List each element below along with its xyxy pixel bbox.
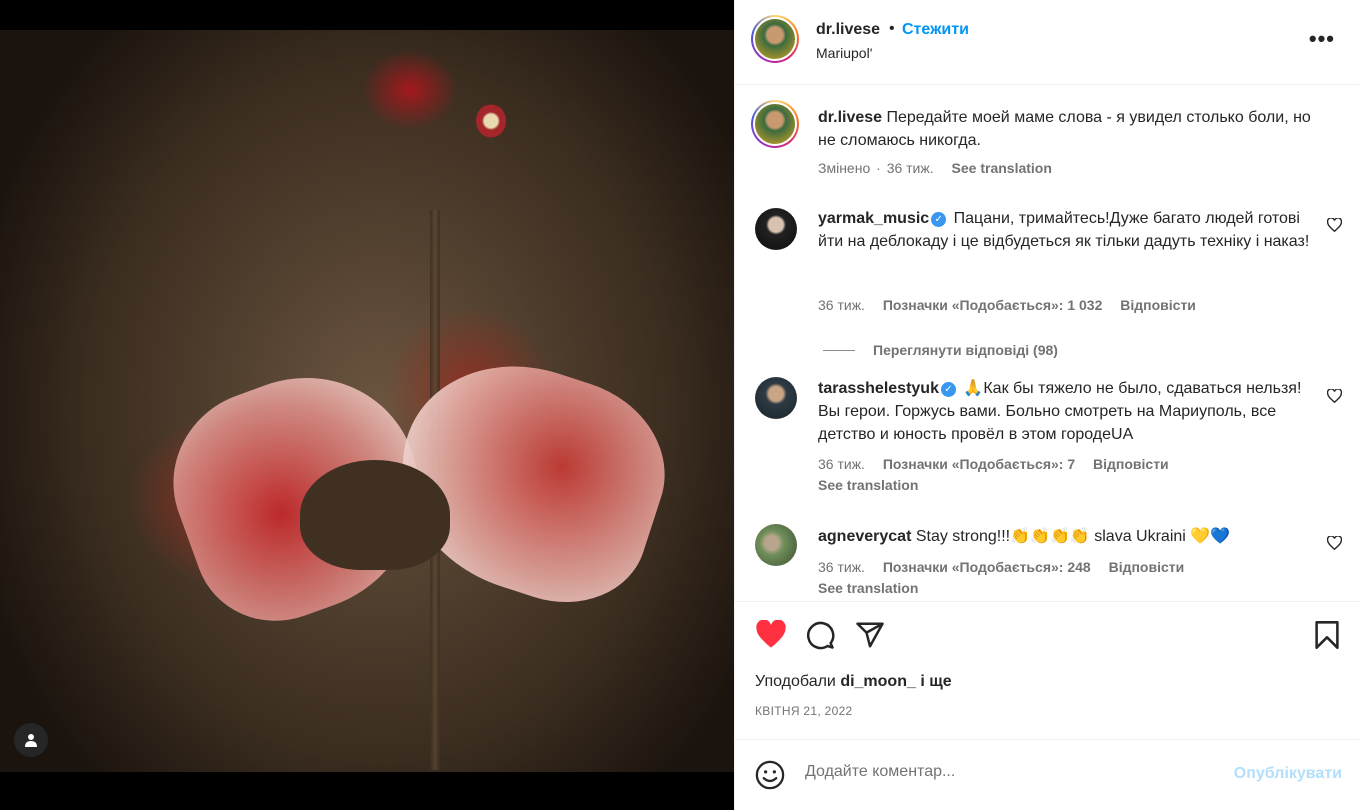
liked-by-user[interactable]: di_moon_ (840, 673, 916, 690)
post-header: dr.livese • Стежити Mariupol' ••• (735, 0, 1359, 85)
like-heart-icon[interactable] (755, 619, 787, 654)
verified-badge-icon: ✓ (931, 212, 947, 227)
comment-avatar[interactable] (755, 208, 797, 250)
post-location[interactable]: Mariupol' (816, 45, 872, 61)
comment-time[interactable]: 36 тиж. (818, 456, 865, 472)
more-options-icon[interactable]: ••• (1309, 26, 1335, 52)
comment-like-icon[interactable] (1326, 217, 1343, 237)
caption-dot: · (876, 160, 881, 176)
comment-username[interactable]: yarmak_music (818, 210, 929, 227)
share-icon[interactable] (855, 620, 885, 655)
comment-reply-button[interactable]: Відповісти (1120, 297, 1196, 313)
post-date[interactable]: КВІТНЯ 21, 2022 (755, 704, 853, 718)
caption-edited: Змінено (818, 160, 871, 176)
post-photo[interactable] (0, 0, 734, 810)
follow-button[interactable]: Стежити (902, 21, 969, 39)
comment-avatar[interactable] (755, 377, 797, 419)
caption-text: Передайте моей маме слова - я увидел сто… (818, 109, 1311, 149)
header-separator: • (889, 20, 895, 37)
photo-image (0, 30, 734, 772)
comment-input[interactable] (805, 763, 1205, 781)
verified-badge-icon: ✓ (940, 382, 956, 397)
comment-likes[interactable]: Позначки «Подобається»: 7 (883, 456, 1075, 472)
caption-see-translation[interactable]: See translation (952, 160, 1052, 176)
tagged-user-icon[interactable] (14, 723, 48, 757)
comment-username[interactable]: tarasshelestyuk (818, 380, 939, 397)
comment-meta: 36 тиж. Позначки «Подобається»: 248 Відп… (818, 559, 1198, 575)
comment-item: yarmak_music ✓ Пацани, тримайтесь!Дуже ба… (735, 198, 1359, 358)
replies-line (823, 349, 855, 351)
caption-text-block: dr.livese Передайте моей маме слова - я … (818, 106, 1318, 152)
comment-see-translation[interactable]: See translation (818, 580, 918, 596)
author-username[interactable]: dr.livese (816, 21, 880, 39)
comment-text-block: yarmak_music ✓ Пацани, тримайтесь!Дуже ба… (818, 207, 1318, 253)
comments-list[interactable]: dr.livese Передайте моей маме слова - я … (735, 86, 1359, 601)
comment-item: agneverycat Stay strong!!!👏👏👏👏 slava Ukr… (735, 516, 1359, 601)
liked-by-prefix: Уподобали (755, 673, 836, 690)
comment-likes[interactable]: Позначки «Подобається»: 1 032 (883, 297, 1103, 313)
comment-reply-button[interactable]: Відповісти (1109, 559, 1185, 575)
liked-by-others[interactable]: і ще (920, 673, 951, 690)
view-replies-label: Переглянути відповіді (98) (873, 342, 1058, 358)
emoji-icon[interactable] (755, 760, 785, 795)
comment-reply-button[interactable]: Відповісти (1093, 456, 1169, 472)
caption: dr.livese Передайте моей маме слова - я … (735, 86, 1359, 196)
comment-like-icon[interactable] (1326, 388, 1343, 408)
post-side-panel: dr.livese • Стежити Mariupol' ••• dr.liv… (734, 0, 1359, 810)
caption-username[interactable]: dr.livese (818, 109, 882, 126)
heart-gap (300, 460, 450, 570)
caption-time[interactable]: 36 тиж. (887, 160, 934, 176)
comment-time[interactable]: 36 тиж. (818, 559, 865, 575)
comment-like-icon[interactable] (1326, 535, 1343, 555)
author-avatar[interactable] (751, 15, 799, 63)
comment-meta: 36 тиж. Позначки «Подобається»: 1 032 Ві… (818, 297, 1210, 313)
comment-meta: 36 тиж. Позначки «Подобається»: 7 Відпов… (818, 456, 1183, 472)
comment-text-block: agneverycat Stay strong!!!👏👏👏👏 slava Ukr… (818, 525, 1318, 548)
liked-by: Уподобали di_moon_ і ще (755, 673, 952, 691)
comment-item: tarasshelestyuk ✓ 🙏Как бы тяжело не было,… (735, 369, 1359, 504)
post-actions: Уподобали di_moon_ і ще КВІТНЯ 21, 2022 (735, 601, 1359, 739)
comment-likes[interactable]: Позначки «Подобається»: 248 (883, 559, 1091, 575)
comment-text-block: tarasshelestyuk ✓ 🙏Как бы тяжело не было,… (818, 377, 1318, 446)
jacket-pin (476, 104, 506, 138)
add-comment-bar: Опублікувати (735, 739, 1359, 810)
comment-avatar[interactable] (755, 524, 797, 566)
caption-meta: Змінено · 36 тиж. See translation (818, 160, 1066, 176)
comment-username[interactable]: agneverycat (818, 528, 911, 545)
publish-button[interactable]: Опублікувати (1234, 765, 1342, 783)
comment-icon[interactable] (805, 620, 835, 655)
comment-time[interactable]: 36 тиж. (818, 297, 865, 313)
view-replies-button[interactable]: Переглянути відповіді (98) (823, 342, 1058, 358)
caption-avatar[interactable] (751, 100, 799, 148)
comment-text: Stay strong!!!👏👏👏👏 slava Ukraini 💛💙 (915, 528, 1231, 545)
comment-see-translation[interactable]: See translation (818, 477, 918, 493)
bookmark-icon[interactable] (1313, 620, 1341, 655)
